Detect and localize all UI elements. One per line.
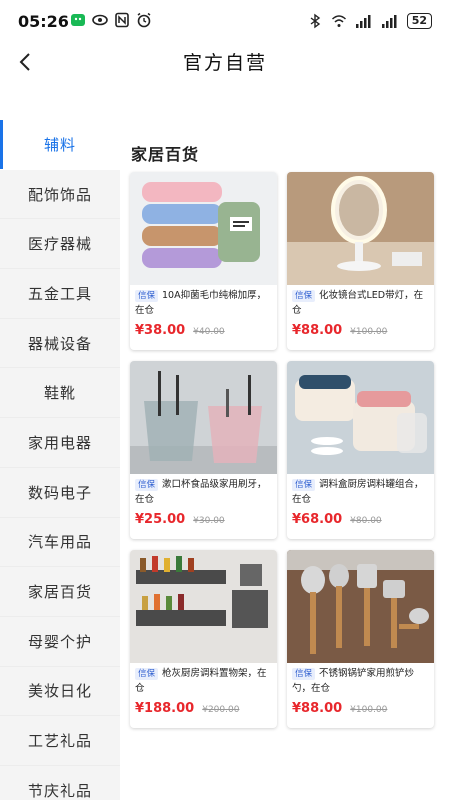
product-description: 信保 调料盒厨房调料罐组合，在仓 (287, 474, 434, 510)
sidebar-item-label: 美妆日化 (27, 682, 92, 701)
product-panel: 家居百货 信保 10A抑菌毛巾纯棉加厚，在仓 ¥38.00 ¥40.00 信保 … (120, 120, 450, 800)
product-description: 信保 不锈钢锅铲家用煎铲炒勺，在仓 (287, 663, 434, 699)
price-row: ¥188.00 ¥200.00 (135, 701, 239, 716)
product-price: ¥68.00 (292, 512, 343, 527)
sidebar-item-appliances[interactable]: 家用电器 (0, 418, 120, 468)
original-price: ¥100.00 (350, 327, 388, 337)
sidebar-item-festival[interactable]: 节庆礼品 (0, 766, 120, 800)
sidebar-item-accessories[interactable]: 配饰饰品 (0, 170, 120, 220)
product-description: 信保 枪灰厨房调料置物架，在仓 (130, 663, 277, 699)
product-image-mirror (287, 172, 434, 285)
sidebar-item-label: 数码电子 (27, 483, 92, 502)
sidebar-item-label: 鞋靴 (43, 384, 76, 403)
product-description: 信保 漱口杯食品级家用刷牙，在仓 (130, 474, 277, 510)
status-time: 05:26 (18, 12, 69, 31)
original-price: ¥200.00 (202, 705, 240, 715)
sidebar-item-label: 器械设备 (27, 334, 92, 353)
product-image-utensils (287, 550, 434, 663)
status-bar: 05:26 52 (0, 0, 450, 44)
battery-indicator: 52 (406, 13, 432, 29)
section-title: 家居百货 (131, 145, 200, 164)
sidebar-item-label: 五金工具 (27, 284, 92, 303)
sidebar-item-digital[interactable]: 数码电子 (0, 468, 120, 518)
sidebar-item-hardware[interactable]: 五金工具 (0, 269, 120, 319)
product-card[interactable]: 信保 调料盒厨房调料罐组合，在仓 ¥68.00 ¥80.00 (287, 361, 434, 539)
sidebar-item-baby-care[interactable]: 母婴个护 (0, 617, 120, 667)
guarantee-badge: 信保 (292, 479, 316, 491)
status-left-icons (70, 12, 152, 28)
product-description: 信保 10A抑菌毛巾纯棉加厚，在仓 (130, 285, 277, 321)
product-card[interactable]: 信保 10A抑菌毛巾纯棉加厚，在仓 ¥38.00 ¥40.00 (130, 172, 277, 350)
guarantee-badge: 信保 (135, 290, 159, 302)
guarantee-badge: 信保 (292, 668, 316, 680)
category-sidebar: 辅料 配饰饰品 医疗器械 五金工具 器械设备 鞋靴 家用电器 数码电子 汽车用品… (0, 120, 120, 800)
sidebar-item-label: 配饰饰品 (27, 185, 92, 204)
alarm-icon (137, 12, 151, 28)
sidebar-item-label: 辅料 (43, 135, 76, 154)
sidebar-item-crafts[interactable]: 工艺礼品 (0, 716, 120, 766)
sidebar-item-label: 医疗器械 (27, 235, 92, 254)
product-image-spice-rack (130, 550, 277, 663)
product-price: ¥25.00 (135, 512, 186, 527)
signal-icon (381, 15, 397, 28)
price-row: ¥88.00 ¥100.00 (292, 323, 387, 338)
price-row: ¥68.00 ¥80.00 (292, 512, 382, 527)
price-row: ¥88.00 ¥100.00 (292, 701, 387, 716)
sidebar-item-household[interactable]: 家居百货 (0, 567, 120, 617)
eye-icon (92, 14, 108, 26)
sidebar-item-shoes[interactable]: 鞋靴 (0, 368, 120, 419)
product-price: ¥88.00 (292, 701, 343, 716)
sidebar-item-beauty[interactable]: 美妆日化 (0, 667, 120, 717)
product-card[interactable]: 信保 漱口杯食品级家用刷牙，在仓 ¥25.00 ¥30.00 (130, 361, 277, 539)
status-right-icons: 52 (307, 13, 432, 29)
sidebar-item-label: 母婴个护 (27, 632, 92, 651)
wifi-icon (331, 15, 346, 27)
wechat-icon (71, 14, 85, 26)
sidebar-item-medical[interactable]: 医疗器械 (0, 219, 120, 270)
sidebar-item-fuliao[interactable]: 辅料 (0, 120, 120, 170)
product-card[interactable]: 信保 不锈钢锅铲家用煎铲炒勺，在仓 ¥88.00 ¥100.00 (287, 550, 434, 728)
sidebar-item-auto[interactable]: 汽车用品 (0, 518, 120, 568)
header: 官方自营 (0, 44, 450, 80)
product-image-towels (130, 172, 277, 285)
sidebar-item-label: 家居百货 (27, 583, 92, 602)
sidebar-item-label: 汽车用品 (27, 533, 92, 552)
original-price: ¥30.00 (193, 516, 225, 526)
original-price: ¥40.00 (193, 327, 225, 337)
product-image-spice-box (287, 361, 434, 474)
product-description: 信保 化妆镜台式LED带灯，在仓 (287, 285, 434, 321)
original-price: ¥100.00 (350, 705, 388, 715)
signal-icon (355, 15, 371, 28)
sidebar-item-label: 家用电器 (27, 433, 92, 452)
guarantee-badge: 信保 (135, 668, 159, 680)
sidebar-item-equipment[interactable]: 器械设备 (0, 319, 120, 369)
price-row: ¥38.00 ¥40.00 (135, 323, 225, 338)
product-card[interactable]: 信保 枪灰厨房调料置物架，在仓 ¥188.00 ¥200.00 (130, 550, 277, 728)
product-price: ¥88.00 (292, 323, 343, 338)
sidebar-item-label: 节庆礼品 (27, 781, 92, 800)
guarantee-badge: 信保 (292, 290, 316, 302)
original-price: ¥80.00 (350, 516, 382, 526)
guarantee-badge: 信保 (135, 479, 159, 491)
page-title: 官方自营 (182, 52, 267, 74)
bluetooth-icon (310, 13, 320, 29)
price-row: ¥25.00 ¥30.00 (135, 512, 225, 527)
product-card[interactable]: 信保 化妆镜台式LED带灯，在仓 ¥88.00 ¥100.00 (287, 172, 434, 350)
product-image-cups (130, 361, 277, 474)
product-price: ¥188.00 (135, 701, 195, 716)
product-price: ¥38.00 (135, 323, 186, 338)
nfc-icon (115, 12, 129, 28)
sidebar-item-label: 工艺礼品 (27, 732, 92, 751)
